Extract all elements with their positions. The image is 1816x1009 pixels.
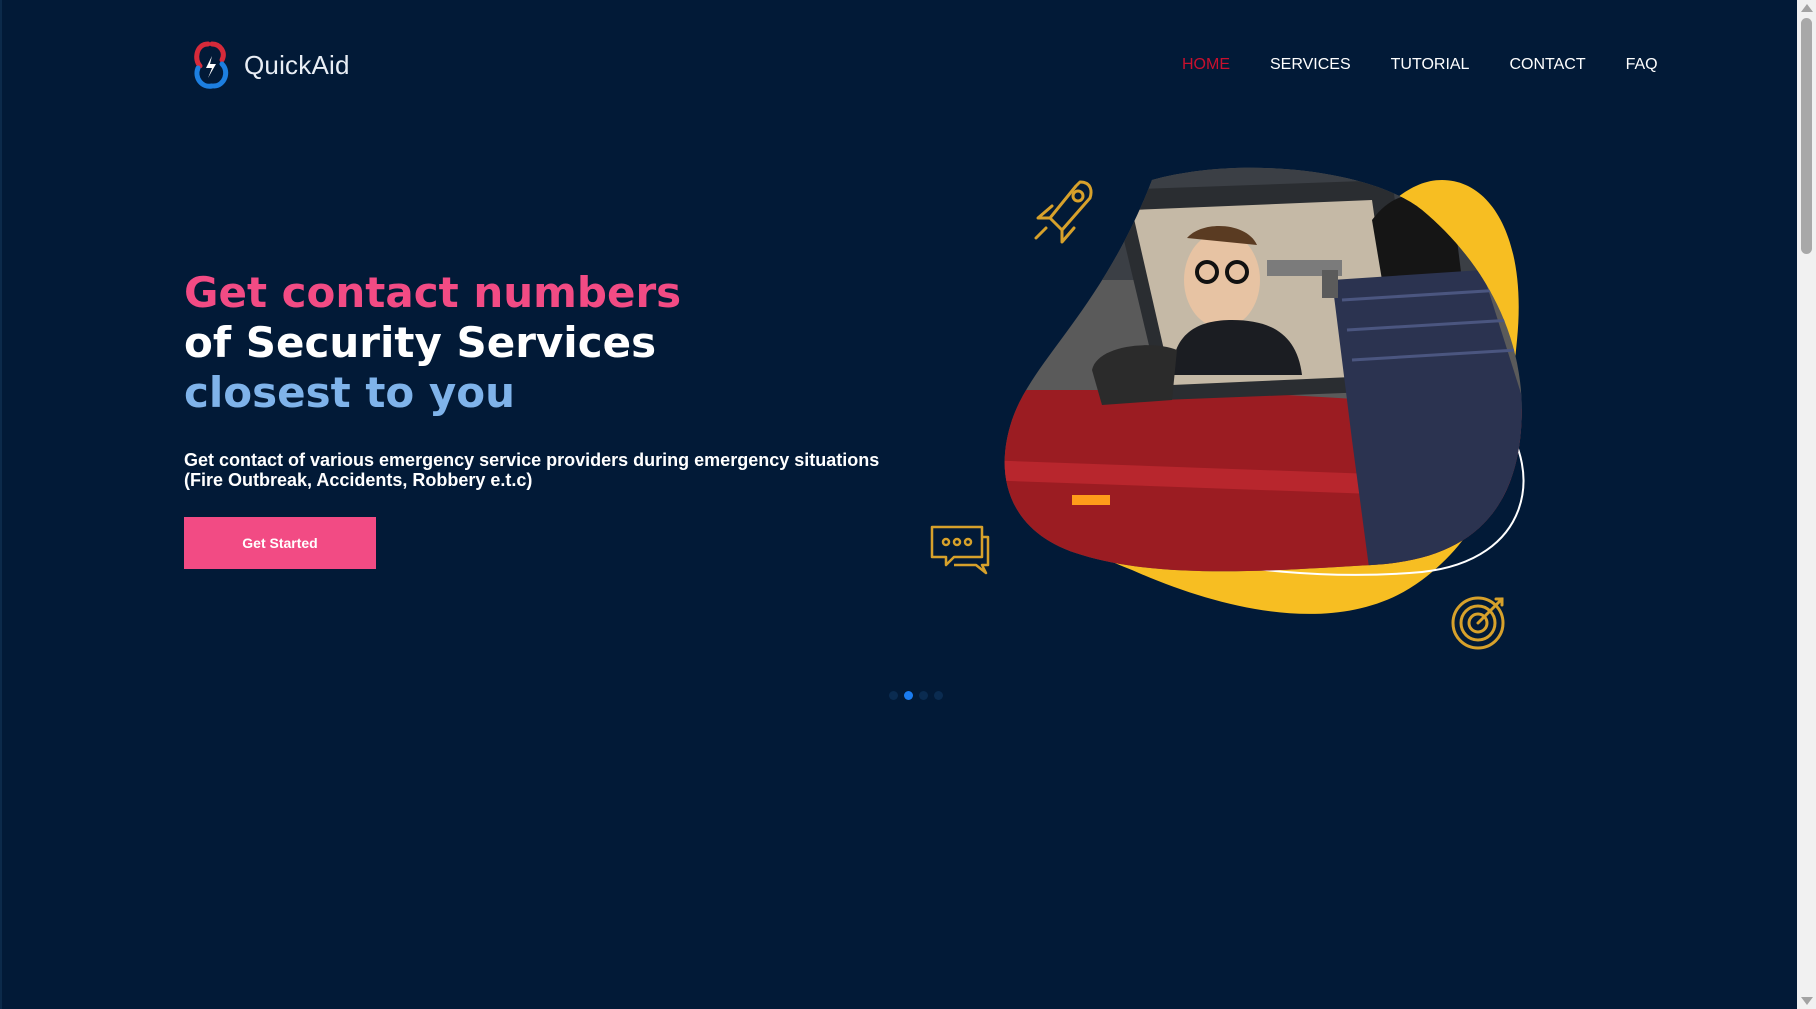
get-started-button[interactable]: Get Started	[184, 517, 376, 569]
vertical-scrollbar[interactable]	[1797, 0, 1816, 1009]
scroll-thumb[interactable]	[1801, 18, 1812, 254]
chat-bubbles-icon	[930, 525, 990, 575]
hero-line-2: of Security Services	[184, 318, 657, 367]
nav-faq[interactable]: FAQ	[1626, 56, 1658, 74]
nav-home[interactable]: HOME	[1182, 56, 1230, 74]
carousel-indicators	[889, 691, 943, 700]
nav-services[interactable]: SERVICES	[1270, 56, 1351, 74]
page: QuickAid HOME SERVICES TUTORIAL CONTACT …	[0, 0, 1797, 1009]
brand-name: QuickAid	[244, 49, 350, 80]
rocket-icon	[1034, 180, 1093, 244]
carousel-dot[interactable]	[889, 691, 898, 700]
target-icon	[1451, 596, 1505, 650]
hero-description: Get contact of various emergency service…	[184, 450, 880, 490]
hero-headline: Get contact numbers of Security Services…	[184, 268, 681, 418]
brand-logo[interactable]: QuickAid	[186, 38, 350, 92]
nav-tutorial[interactable]: TUTORIAL	[1391, 56, 1470, 74]
carousel-dot-active[interactable]	[904, 691, 913, 700]
scroll-down-arrow-icon[interactable]	[1801, 997, 1813, 1005]
hero-illustration	[930, 167, 1525, 650]
hero-line-1: Get contact numbers	[184, 268, 682, 317]
link-bolt-logo-icon	[194, 41, 229, 89]
nav-contact[interactable]: CONTACT	[1509, 56, 1585, 74]
carousel-dot[interactable]	[919, 691, 928, 700]
carousel-dot[interactable]	[934, 691, 943, 700]
hero-line-3: closest to you	[184, 368, 516, 417]
scroll-up-arrow-icon[interactable]	[1801, 4, 1813, 12]
main-nav: HOME SERVICES TUTORIAL CONTACT FAQ	[1182, 56, 1658, 74]
